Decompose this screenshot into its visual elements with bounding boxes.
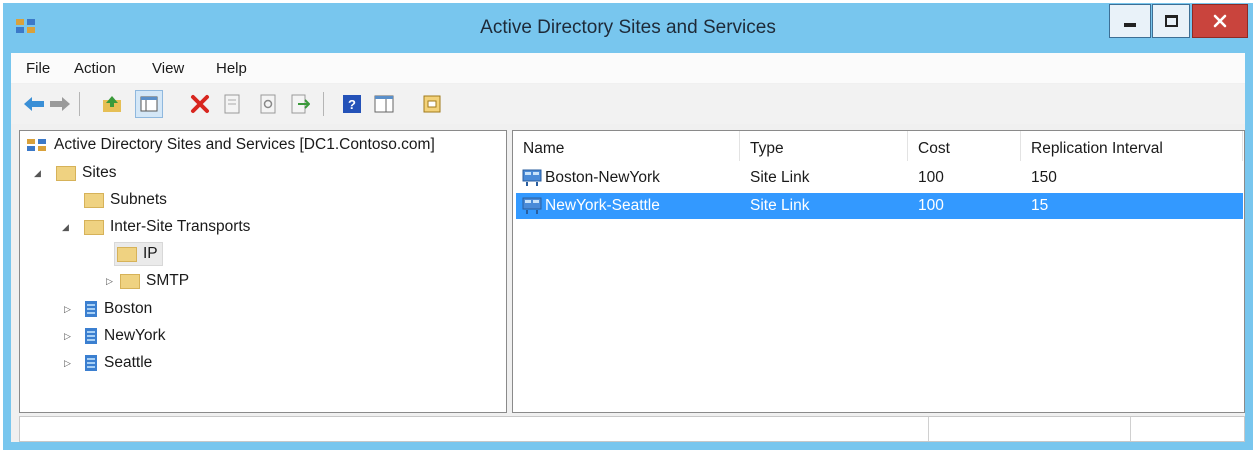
- cell-replication-interval: 15: [1031, 197, 1049, 214]
- tree-node-smtp[interactable]: ▷ SMTP: [106, 269, 189, 293]
- cell-cost: 100: [918, 169, 944, 186]
- export-list-icon: [291, 94, 310, 114]
- cell-name: NewYork-Seattle: [545, 197, 660, 214]
- menu-bar: File Action View Help: [11, 53, 1245, 83]
- folder-icon: [84, 219, 104, 235]
- forward-button[interactable]: [49, 93, 71, 115]
- tree-node-inter-site-transports[interactable]: ◢ Inter-Site Transports: [62, 215, 250, 239]
- menu-view[interactable]: View: [152, 60, 184, 77]
- close-button[interactable]: [1192, 4, 1248, 38]
- new-object-button[interactable]: [421, 93, 443, 115]
- column-header-type[interactable]: Type: [740, 131, 908, 161]
- menu-action[interactable]: Action: [74, 60, 116, 77]
- maximize-icon: [1164, 15, 1178, 27]
- delete-button[interactable]: [189, 93, 211, 115]
- action-pane-icon: [374, 95, 394, 113]
- forward-arrow-icon: [50, 97, 70, 111]
- tree-node-label: SMTP: [146, 272, 190, 289]
- export-list-button[interactable]: [289, 93, 311, 115]
- tree-node-ip[interactable]: IP: [114, 242, 163, 266]
- maximize-button[interactable]: [1152, 4, 1190, 38]
- details-pane[interactable]: Name Type Cost Replication Interval Bost…: [512, 130, 1245, 413]
- sites-services-icon: [27, 139, 46, 151]
- minimize-icon: [1124, 23, 1136, 27]
- back-button[interactable]: [23, 93, 45, 115]
- cell-name: Boston-NewYork: [545, 169, 660, 186]
- column-header-name[interactable]: Name: [513, 131, 740, 161]
- action-pane-button[interactable]: [373, 93, 395, 115]
- cell-type: Site Link: [750, 169, 810, 186]
- cell-type: Site Link: [750, 197, 810, 214]
- up-folder-icon: [103, 96, 121, 112]
- tree-node-newyork[interactable]: ▷ NewYork: [64, 324, 165, 348]
- properties-icon: [224, 94, 240, 114]
- tree-node-seattle[interactable]: ▷ Seattle: [64, 351, 152, 375]
- tree-node-boston[interactable]: ▷ Boston: [64, 297, 152, 321]
- list-row-boston-newyork[interactable]: Boston-NewYork Site Link 100 150: [516, 165, 1243, 191]
- menu-file[interactable]: File: [26, 60, 50, 77]
- menu-help[interactable]: Help: [216, 60, 247, 77]
- show-hide-console-tree-icon: [140, 96, 158, 112]
- properties-button[interactable]: [221, 93, 243, 115]
- tree-node-label: Boston: [104, 300, 153, 317]
- column-header-cost[interactable]: Cost: [908, 131, 1021, 161]
- console-tree-pane[interactable]: Active Directory Sites and Services [DC1…: [19, 130, 507, 413]
- window-title: Active Directory Sites and Services: [480, 17, 776, 38]
- back-arrow-icon: [24, 97, 44, 111]
- tree-node-label: Inter-Site Transports: [110, 218, 251, 235]
- toolbar-separator: [323, 92, 324, 116]
- app-window: Active Directory Sites and Services File…: [3, 3, 1253, 450]
- expanded-triangle-icon[interactable]: ◢: [34, 168, 41, 179]
- minimize-button[interactable]: [1109, 4, 1151, 38]
- status-divider: [1130, 417, 1131, 441]
- expanded-triangle-icon[interactable]: ◢: [62, 222, 69, 233]
- tree-node-label: Subnets: [110, 191, 167, 208]
- svg-text:?: ?: [348, 97, 356, 112]
- tree-node-root[interactable]: Active Directory Sites and Services [DC1…: [26, 133, 435, 157]
- tree-node-label: NewYork: [104, 327, 166, 344]
- close-icon: [1213, 14, 1227, 28]
- refresh-icon: [260, 94, 276, 114]
- folder-icon: [84, 192, 104, 208]
- collapsed-triangle-icon[interactable]: ▷: [64, 358, 71, 369]
- site-link-icon: [522, 197, 542, 214]
- show-hide-console-tree-button[interactable]: [135, 90, 163, 118]
- toolbar: ?: [11, 84, 1245, 124]
- site-icon: [85, 328, 97, 344]
- list-row-newyork-seattle[interactable]: NewYork-Seattle Site Link 100 15: [516, 193, 1243, 219]
- tree-node-label: Active Directory Sites and Services [DC1…: [54, 136, 435, 153]
- collapsed-triangle-icon[interactable]: ▷: [64, 331, 71, 342]
- help-button[interactable]: ?: [341, 93, 363, 115]
- folder-icon: [117, 246, 137, 262]
- folder-icon: [120, 273, 140, 289]
- new-object-icon: [423, 95, 441, 113]
- up-one-level-button[interactable]: [101, 93, 123, 115]
- help-icon: ?: [343, 95, 361, 113]
- status-divider: [928, 417, 929, 441]
- tree-node-label: IP: [143, 245, 158, 262]
- tree-node-subnets[interactable]: Subnets: [84, 188, 167, 212]
- cell-replication-interval: 150: [1031, 169, 1057, 186]
- toolbar-separator: [79, 92, 80, 116]
- column-header-replication-interval[interactable]: Replication Interval: [1021, 131, 1243, 161]
- tree-node-label: Seattle: [104, 354, 153, 371]
- title-bar[interactable]: Active Directory Sites and Services: [3, 3, 1253, 53]
- folder-icon: [56, 165, 76, 181]
- collapsed-triangle-icon[interactable]: ▷: [106, 276, 113, 287]
- delete-icon: [191, 95, 209, 113]
- site-icon: [85, 301, 97, 317]
- cell-cost: 100: [918, 197, 944, 214]
- site-link-icon: [522, 169, 542, 186]
- status-bar: [19, 416, 1245, 442]
- tree-node-label: Sites: [82, 164, 117, 181]
- tree-node-sites[interactable]: ◢ Sites: [34, 161, 116, 185]
- site-icon: [85, 355, 97, 371]
- refresh-button[interactable]: [257, 93, 279, 115]
- collapsed-triangle-icon[interactable]: ▷: [64, 304, 71, 315]
- client-area: File Action View Help ? Active Directory…: [11, 53, 1245, 442]
